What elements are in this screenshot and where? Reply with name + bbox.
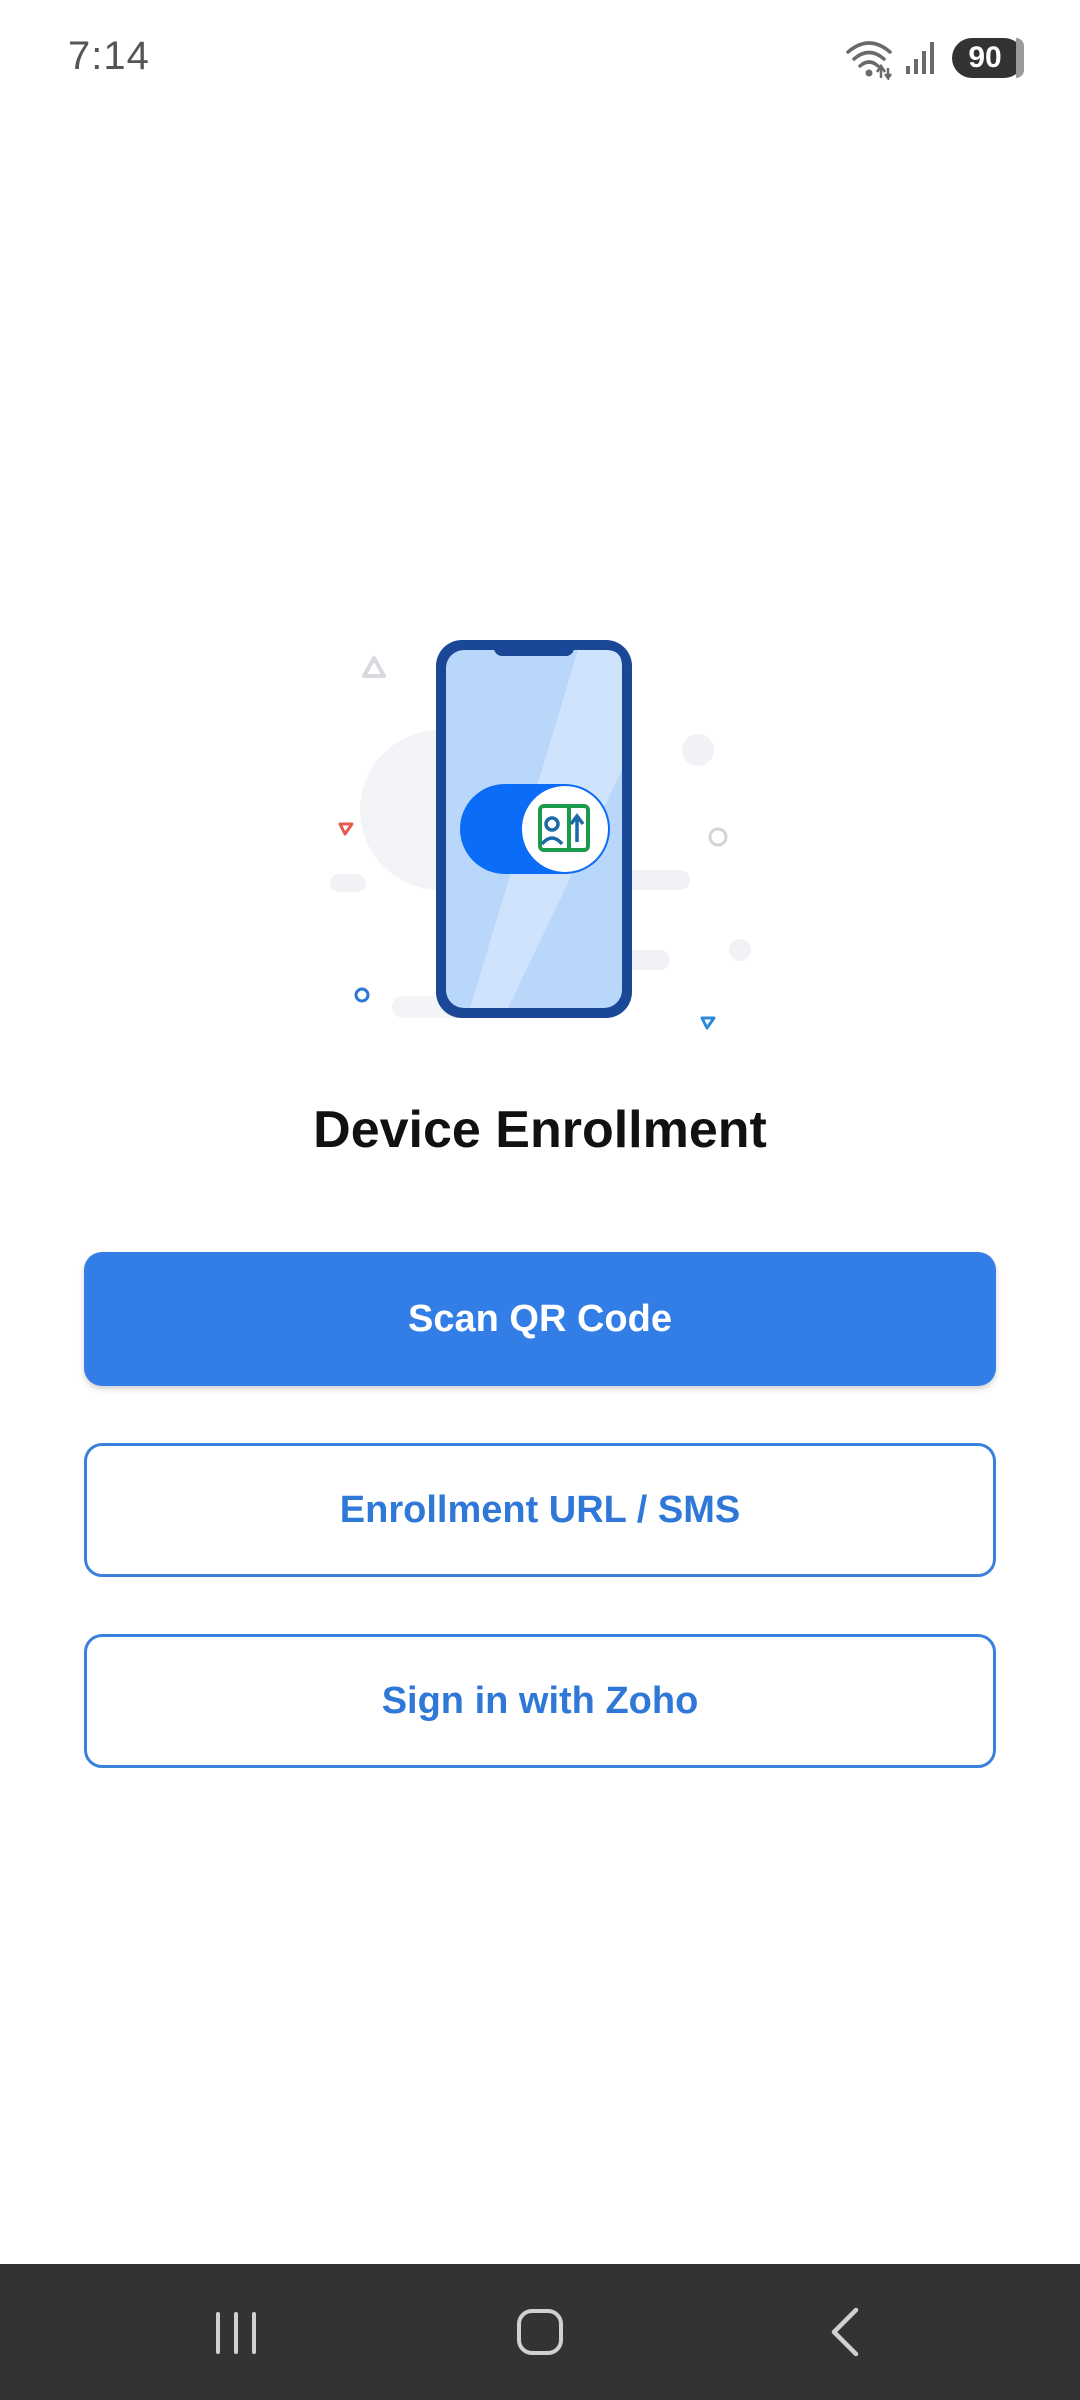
page-title: Device Enrollment: [313, 1101, 767, 1159]
scan-qr-code-button[interactable]: Scan QR Code: [84, 1252, 996, 1386]
enrollment-screen: 7:14 90 Device Enrollment Scan QR Code E…: [0, 0, 1080, 2400]
battery-icon: 90: [952, 38, 1024, 78]
home-icon[interactable]: [500, 2292, 580, 2372]
status-bar: 7:14 90: [0, 0, 1080, 120]
recents-icon[interactable]: [196, 2292, 276, 2372]
phone-enrollment-illustration: [330, 640, 751, 1030]
back-icon[interactable]: [804, 2292, 884, 2372]
sign-in-with-zoho-button[interactable]: Sign in with Zoho: [84, 1634, 996, 1768]
status-time: 7:14: [68, 34, 150, 78]
wifi-icon: [846, 41, 892, 80]
navigation-bar: [0, 2264, 1080, 2400]
signal-icon: [906, 42, 934, 74]
enrollment-url-sms-button[interactable]: Enrollment URL / SMS: [84, 1443, 996, 1577]
status-icons: 90: [844, 36, 1024, 80]
